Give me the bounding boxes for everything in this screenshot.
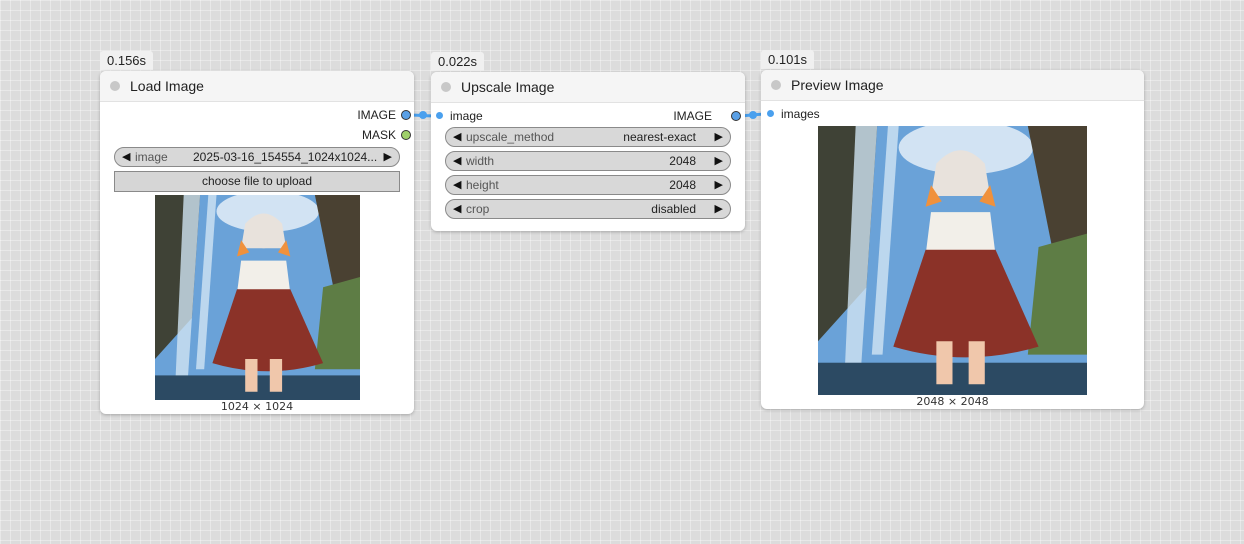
widget-value: disabled [651, 202, 696, 216]
output-image-label: IMAGE [673, 109, 712, 123]
load-image-node[interactable]: Load Image IMAGE MASK ◀ image 2025-03-16… [100, 71, 414, 414]
widget-value: nearest-exact [623, 130, 696, 144]
output-image-port[interactable] [731, 111, 741, 121]
load-image-timing: 0.156s [100, 51, 154, 70]
arrow-left-icon[interactable]: ◀ [453, 152, 461, 170]
load-image-header[interactable]: Load Image [100, 71, 414, 102]
arrow-left-icon[interactable]: ◀ [453, 176, 461, 194]
image-size-caption: 1024 × 1024 [220, 400, 294, 413]
widget-value: 2048 [669, 154, 696, 168]
arrow-right-icon[interactable]: ▶ [715, 200, 723, 218]
preview-image [818, 126, 1087, 395]
upscale-image-header[interactable]: Upscale Image [431, 72, 745, 103]
widget-name: upscale_method [466, 130, 555, 144]
widget-value: 2048 [669, 178, 696, 192]
upscale-image-node[interactable]: Upscale Image image IMAGE ◀ upscale_meth… [431, 72, 745, 231]
output-mask-label: MASK [361, 128, 396, 142]
loaded-image [155, 195, 360, 400]
arrow-right-icon[interactable]: ▶ [715, 152, 723, 170]
output-mask-port[interactable] [401, 130, 411, 140]
widget-name: image [135, 150, 168, 164]
widget-name: crop [466, 202, 490, 216]
link-midpoint-1 [419, 111, 427, 119]
widget-name: width [466, 154, 495, 168]
choose-file-button[interactable]: choose file to upload [114, 171, 400, 192]
arrow-left-icon[interactable]: ◀ [453, 200, 461, 218]
input-images-label: images [781, 107, 820, 121]
link-midpoint-2 [749, 111, 757, 119]
image-combo-widget[interactable]: ◀ image 2025-03-16_154554_1024x1024... ▶ [114, 147, 400, 167]
input-image-port[interactable] [436, 112, 443, 119]
output-image-port[interactable] [401, 110, 411, 120]
crop-widget[interactable]: ◀ crop disabled ▶ [445, 199, 731, 219]
widget-name: height [466, 178, 499, 192]
height-widget[interactable]: ◀ height 2048 ▶ [445, 175, 731, 195]
collapse-dot-icon[interactable] [441, 82, 451, 92]
arrow-right-icon[interactable]: ▶ [715, 176, 723, 194]
input-image-label: image [450, 109, 483, 123]
preview-image-header[interactable]: Preview Image [761, 70, 1144, 101]
arrow-right-icon[interactable]: ▶ [384, 148, 392, 166]
node-title: Upscale Image [461, 79, 555, 95]
node-title: Preview Image [791, 77, 884, 93]
arrow-left-icon[interactable]: ◀ [122, 148, 130, 166]
preview-image-timing: 0.101s [761, 50, 815, 69]
arrow-right-icon[interactable]: ▶ [715, 128, 723, 146]
width-widget[interactable]: ◀ width 2048 ▶ [445, 151, 731, 171]
output-image-label: IMAGE [357, 108, 396, 122]
widget-value: 2025-03-16_154554_1024x1024... [193, 150, 378, 164]
collapse-dot-icon[interactable] [110, 81, 120, 91]
upscale-image-timing: 0.022s [431, 52, 485, 71]
preview-image-node[interactable]: Preview Image images 2048 × 2048 [761, 70, 1144, 409]
upscale-method-widget[interactable]: ◀ upscale_method nearest-exact ▶ [445, 127, 731, 147]
image-size-caption: 2048 × 2048 [916, 395, 989, 408]
node-title: Load Image [130, 78, 204, 94]
input-images-port[interactable] [767, 110, 774, 117]
arrow-left-icon[interactable]: ◀ [453, 128, 461, 146]
collapse-dot-icon[interactable] [771, 80, 781, 90]
